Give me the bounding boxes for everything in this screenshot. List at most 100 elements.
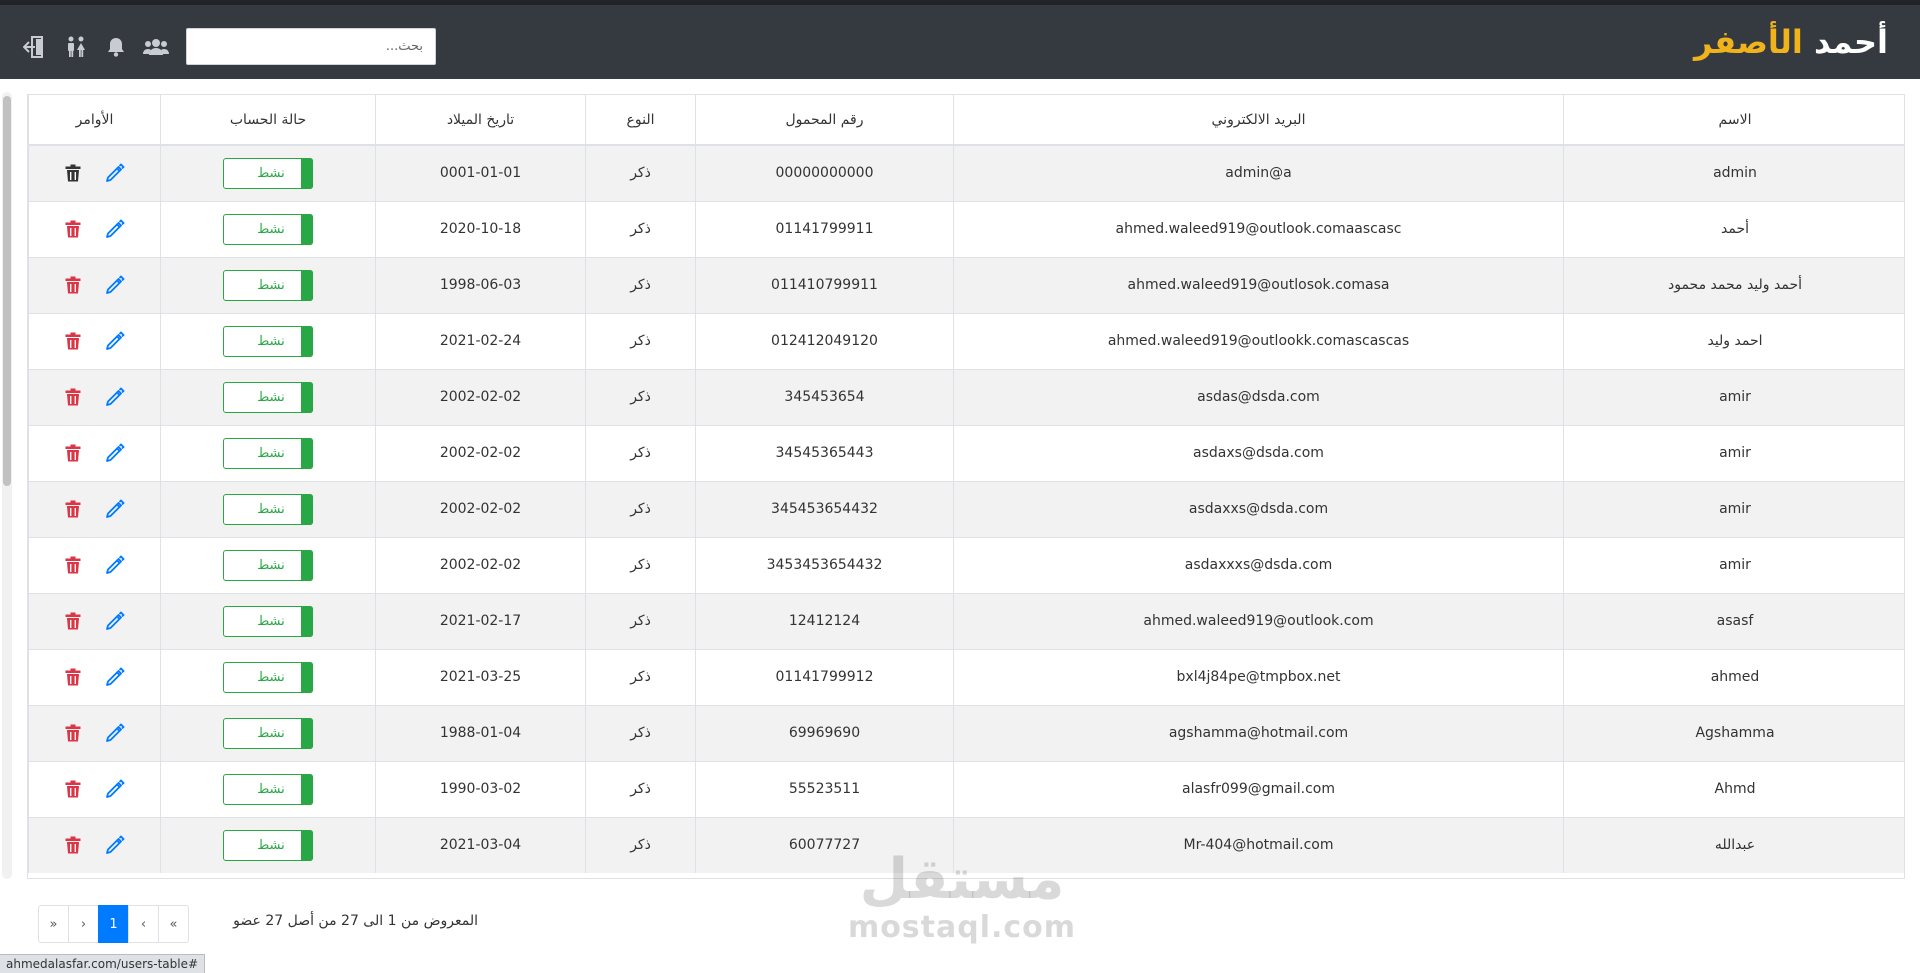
table-row: احمد وليد ahmed.waleed919@outlookk.comasc… [28, 312, 1904, 369]
cell-birthdate: 1998-06-03 [375, 256, 586, 313]
status-toggle-knob [301, 381, 313, 413]
delete-icon[interactable] [65, 388, 81, 406]
status-label: نشط [257, 781, 285, 797]
status-toggle-button[interactable]: نشط [223, 661, 313, 693]
status-toggle-button[interactable]: نشط [223, 549, 313, 581]
bell-icon[interactable] [103, 36, 129, 58]
status-toggle-button[interactable]: نشط [223, 381, 313, 413]
delete-icon[interactable] [65, 500, 81, 518]
brand-logo[interactable]: أحمد الأصفر [1694, 23, 1889, 63]
column-header-gender[interactable]: النوع [585, 95, 696, 146]
cell-birthdate: 2021-03-04 [375, 816, 586, 873]
column-header-mobile[interactable]: رقم المحمول [695, 95, 954, 146]
edit-icon[interactable] [105, 723, 125, 743]
delete-icon[interactable] [65, 332, 81, 350]
delete-icon[interactable] [65, 780, 81, 798]
delete-icon[interactable] [65, 612, 81, 630]
edit-icon[interactable] [105, 611, 125, 631]
cell-mobile: 3453453654432 [695, 536, 954, 593]
edit-icon[interactable] [105, 331, 125, 351]
cell-actions [28, 144, 161, 201]
search-input[interactable] [186, 28, 436, 65]
edit-icon[interactable] [105, 219, 125, 239]
edit-icon[interactable] [105, 555, 125, 575]
delete-icon[interactable] [65, 668, 81, 686]
status-toggle-button[interactable]: نشط [223, 269, 313, 301]
status-bar-url: ahmedalasfar.com/users-table# [0, 954, 206, 973]
edit-icon[interactable] [105, 779, 125, 799]
column-header-name[interactable]: الاسم [1563, 95, 1904, 146]
column-header-email[interactable]: البريد الالكتروني [953, 95, 1564, 146]
cell-gender: ذكر [585, 480, 696, 537]
status-toggle-button[interactable]: نشط [223, 717, 313, 749]
delete-icon[interactable] [65, 836, 81, 854]
cell-birthdate: 2020-10-18 [375, 200, 586, 257]
cell-status: نشط [160, 816, 376, 873]
cell-email: alasfr099@gmail.com [953, 760, 1564, 817]
cell-status: نشط [160, 480, 376, 537]
cell-birthdate: 2002-02-02 [375, 424, 586, 481]
cell-email: asdaxxs@dsda.com [953, 480, 1564, 537]
cell-gender: ذكر [585, 368, 696, 425]
cell-name: Ahmd [1563, 760, 1904, 817]
status-toggle-button[interactable]: نشط [223, 829, 313, 861]
table-header-row: الاسم البريد الالكتروني رقم المحمول النو… [28, 95, 1904, 146]
delete-icon[interactable] [65, 164, 81, 182]
pagination-first[interactable]: « [158, 905, 189, 943]
edit-icon[interactable] [105, 443, 125, 463]
edit-icon[interactable] [105, 163, 125, 183]
cell-status: نشط [160, 592, 376, 649]
cell-email: asdaxxxs@dsda.com [953, 536, 1564, 593]
delete-icon[interactable] [65, 444, 81, 462]
status-toggle-button[interactable]: نشط [223, 213, 313, 245]
logout-icon[interactable] [22, 36, 48, 58]
vertical-scrollbar[interactable] [2, 92, 12, 879]
pagination-page-1[interactable]: 1 [98, 905, 129, 943]
scrollbar-thumb[interactable] [3, 96, 11, 486]
cell-name: amir [1563, 368, 1904, 425]
status-toggle-button[interactable]: نشط [223, 605, 313, 637]
cell-birthdate: 1990-03-02 [375, 760, 586, 817]
column-header-status[interactable]: حالة الحساب [160, 95, 376, 146]
users-icon[interactable] [143, 36, 169, 58]
cell-mobile: 011410799911 [695, 256, 954, 313]
cell-gender: ذكر [585, 648, 696, 705]
status-toggle-button[interactable]: نشط [223, 437, 313, 469]
pagination-last[interactable]: » [38, 905, 69, 943]
cell-email: ahmed.waleed919@outlookk.comascascas [953, 312, 1564, 369]
cell-gender: ذكر [585, 200, 696, 257]
cell-actions [28, 424, 161, 481]
cell-status: نشط [160, 536, 376, 593]
cell-name: احمد وليد [1563, 312, 1904, 369]
cell-actions [28, 704, 161, 761]
delete-icon[interactable] [65, 220, 81, 238]
edit-icon[interactable] [105, 835, 125, 855]
edit-icon[interactable] [105, 499, 125, 519]
status-toggle-button[interactable]: نشط [223, 493, 313, 525]
pagination-next[interactable]: › [68, 905, 99, 943]
delete-icon[interactable] [65, 724, 81, 742]
status-label: نشط [257, 725, 285, 741]
delete-icon[interactable] [65, 556, 81, 574]
delete-icon[interactable] [65, 276, 81, 294]
table-row: Ahmd alasfr099@gmail.com 55523511 ذكر 1990-0… [28, 760, 1904, 817]
table-row: أحمد وليد محمد محمود ahmed.waleed919@outl… [28, 256, 1904, 313]
pagination-prev[interactable]: ‹ [128, 905, 159, 943]
status-label: نشط [257, 557, 285, 573]
status-label: نشط [257, 445, 285, 461]
status-toggle-button[interactable]: نشط [223, 325, 313, 357]
table-row: أحمد ahmed.waleed919@outlook.comaascasc 01… [28, 200, 1904, 257]
column-header-birthdate[interactable]: تاريخ الميلاد [375, 95, 586, 146]
status-toggle-button[interactable]: نشط [223, 773, 313, 805]
status-label: نشط [257, 669, 285, 685]
edit-icon[interactable] [105, 387, 125, 407]
edit-icon[interactable] [105, 667, 125, 687]
gender-icon[interactable] [63, 36, 89, 58]
cell-gender: ذكر [585, 144, 696, 201]
table-row: amir asdaxxxs@dsda.com 3453453654432 ذكر 200… [28, 536, 1904, 593]
records-summary: المعروض من 1 الى 27 من أصل 27 عضو [233, 913, 478, 929]
edit-icon[interactable] [105, 275, 125, 295]
cell-gender: ذكر [585, 592, 696, 649]
status-toggle-button[interactable]: نشط [223, 157, 313, 189]
cell-name: Agshamma [1563, 704, 1904, 761]
